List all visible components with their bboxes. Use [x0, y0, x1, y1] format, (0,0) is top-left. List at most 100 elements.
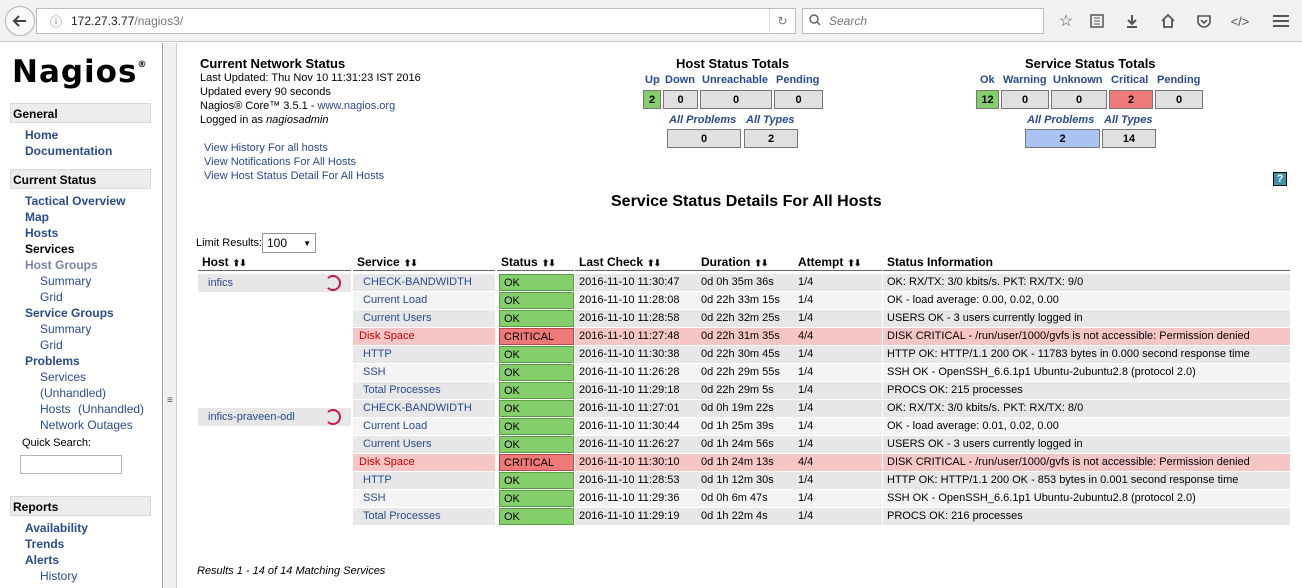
nav-problems[interactable]: Problems	[25, 354, 80, 368]
search-input[interactable]	[829, 14, 1029, 28]
developer-tools-icon[interactable]: </>	[1229, 10, 1251, 32]
service-ok-label[interactable]: Ok	[980, 74, 995, 86]
nav-problems-services[interactable]: Services	[40, 370, 86, 384]
nav-problems-hosts-unhandled[interactable]: (Unhandled)	[78, 402, 144, 416]
service-all-types-label[interactable]: All Types	[1104, 114, 1153, 126]
sort-arrows-icon[interactable]: ⬆⬇	[542, 258, 556, 268]
nav-alerts[interactable]: Alerts	[25, 553, 59, 567]
host-all-problems-label[interactable]: All Problems	[669, 114, 736, 126]
cell-service[interactable]: Current Load	[353, 292, 495, 309]
service-pending-count[interactable]: 0	[1155, 90, 1203, 109]
service-warning-label[interactable]: Warning	[1003, 74, 1047, 86]
cell-service[interactable]: Disk Space	[353, 454, 495, 471]
nav-problems-services-unhandled[interactable]: (Unhandled)	[40, 386, 106, 400]
reading-list-icon[interactable]	[1086, 10, 1108, 32]
service-ok-count[interactable]: 12	[976, 90, 999, 109]
host-all-types-count[interactable]: 2	[744, 129, 798, 148]
host-unreachable-count[interactable]: 0	[700, 90, 772, 109]
cell-service[interactable]: Total Processes	[353, 382, 495, 399]
service-all-types-count[interactable]: 14	[1102, 129, 1156, 148]
nav-trends[interactable]: Trends	[25, 537, 64, 551]
host-all-problems-count[interactable]: 0	[667, 129, 741, 148]
nav-network-outages[interactable]: Network Outages	[40, 418, 133, 432]
info-icon[interactable]: ⓘ	[45, 13, 67, 30]
service-unknown-label[interactable]: Unknown	[1053, 74, 1103, 86]
col-header-status[interactable]: Status ⬆⬇	[497, 255, 574, 271]
menu-icon[interactable]	[1270, 10, 1292, 32]
nav-host-groups-grid[interactable]: Grid	[40, 290, 63, 304]
reload-icon[interactable]: ↻	[769, 9, 795, 33]
help-icon[interactable]: ?	[1273, 172, 1287, 186]
host-name[interactable]: infics-praveen-odl	[208, 411, 295, 423]
service-all-problems-label[interactable]: All Problems	[1027, 114, 1094, 126]
nav-service-groups[interactable]: Service Groups	[25, 306, 114, 320]
cell-service[interactable]: Current Load	[353, 418, 495, 435]
url-bar[interactable]: ⓘ 172.27.3.77/nagios3/ ↻	[36, 8, 796, 34]
cell-service[interactable]: SSH	[353, 364, 495, 381]
back-arrow-icon[interactable]	[5, 6, 35, 36]
host-all-types-label[interactable]: All Types	[746, 114, 795, 126]
nav-services[interactable]: Services	[25, 242, 74, 256]
sort-arrows-icon[interactable]: ⬆⬇	[233, 258, 247, 268]
host-down-count[interactable]: 0	[663, 90, 698, 109]
host-pending-count[interactable]: 0	[774, 90, 823, 109]
sort-arrows-icon[interactable]: ⬆⬇	[847, 258, 861, 268]
nav-hosts[interactable]: Hosts	[25, 226, 58, 240]
cell-service[interactable]: HTTP	[353, 472, 495, 489]
nav-problems-hosts[interactable]: Hosts	[40, 402, 71, 416]
browser-search[interactable]	[802, 8, 1044, 34]
nav-tactical-overview[interactable]: Tactical Overview	[25, 194, 126, 208]
nav-alerts-history[interactable]: History	[40, 569, 77, 583]
frame-splitter[interactable]: ≡	[164, 43, 177, 588]
view-host-status-link[interactable]: View Host Status Detail For All Hosts	[204, 170, 384, 182]
quick-search-label: Quick Search:	[22, 437, 92, 449]
col-header-attempt[interactable]: Attempt ⬆⬇	[794, 255, 882, 271]
pocket-icon[interactable]	[1193, 10, 1215, 32]
host-name[interactable]: infics	[208, 277, 233, 289]
nav-host-groups-summary[interactable]: Summary	[40, 274, 91, 288]
home-icon[interactable]	[1157, 10, 1179, 32]
cell-service[interactable]: Disk Space	[353, 328, 495, 345]
service-unknown-count[interactable]: 0	[1051, 90, 1107, 109]
nav-map[interactable]: Map	[25, 210, 49, 224]
sort-arrows-icon[interactable]: ⬆⬇	[754, 258, 768, 268]
view-notifications-link[interactable]: View Notifications For All Hosts	[204, 156, 356, 168]
cell-service[interactable]: CHECK-BANDWIDTH	[353, 274, 495, 291]
col-header-last-check[interactable]: Last Check ⬆⬇	[575, 255, 697, 271]
sort-arrows-icon[interactable]: ⬆⬇	[647, 258, 661, 268]
nagios-org-link[interactable]: www.nagios.org	[318, 100, 396, 112]
service-critical-count[interactable]: 2	[1109, 90, 1153, 109]
nav-service-groups-grid[interactable]: Grid	[40, 338, 63, 352]
nav-service-groups-summary[interactable]: Summary	[40, 322, 91, 336]
service-critical-label[interactable]: Critical	[1111, 74, 1148, 86]
host-up-label[interactable]: Up	[645, 74, 660, 86]
host-down-label[interactable]: Down	[665, 74, 695, 86]
bookmark-star-icon[interactable]: ☆	[1055, 10, 1077, 32]
host-up-count[interactable]: 2	[643, 90, 661, 109]
splitter-grip-icon[interactable]: ≡	[167, 395, 173, 406]
limit-results-select[interactable]: 100 ▼	[262, 233, 316, 253]
service-pending-label[interactable]: Pending	[1157, 74, 1200, 86]
cell-service[interactable]: HTTP	[353, 346, 495, 363]
nav-documentation[interactable]: Documentation	[25, 144, 112, 158]
view-history-link[interactable]: View History For all hosts	[204, 142, 328, 154]
cell-service[interactable]: Total Processes	[353, 508, 495, 525]
cell-service[interactable]: Current Users	[353, 436, 495, 453]
nagios-logo[interactable]: Nagios®	[12, 54, 147, 90]
host-pending-label[interactable]: Pending	[776, 74, 819, 86]
cell-service[interactable]: SSH	[353, 490, 495, 507]
cell-service[interactable]: CHECK-BANDWIDTH	[353, 400, 495, 417]
nav-host-groups[interactable]: Host Groups	[25, 258, 98, 272]
col-header-service[interactable]: Service ⬆⬇	[353, 255, 495, 271]
quick-search-input[interactable]	[20, 455, 122, 474]
service-all-problems-count[interactable]: 2	[1025, 129, 1100, 148]
sort-arrows-icon[interactable]: ⬆⬇	[404, 258, 418, 268]
nav-home[interactable]: Home	[25, 128, 58, 142]
service-warning-count[interactable]: 0	[1001, 90, 1049, 109]
cell-service[interactable]: Current Users	[353, 310, 495, 327]
download-icon[interactable]	[1121, 10, 1143, 32]
nav-availability[interactable]: Availability	[25, 521, 88, 535]
col-header-host[interactable]: Host ⬆⬇	[198, 255, 351, 271]
host-unreachable-label[interactable]: Unreachable	[702, 74, 768, 86]
col-header-duration[interactable]: Duration ⬆⬇	[697, 255, 794, 271]
